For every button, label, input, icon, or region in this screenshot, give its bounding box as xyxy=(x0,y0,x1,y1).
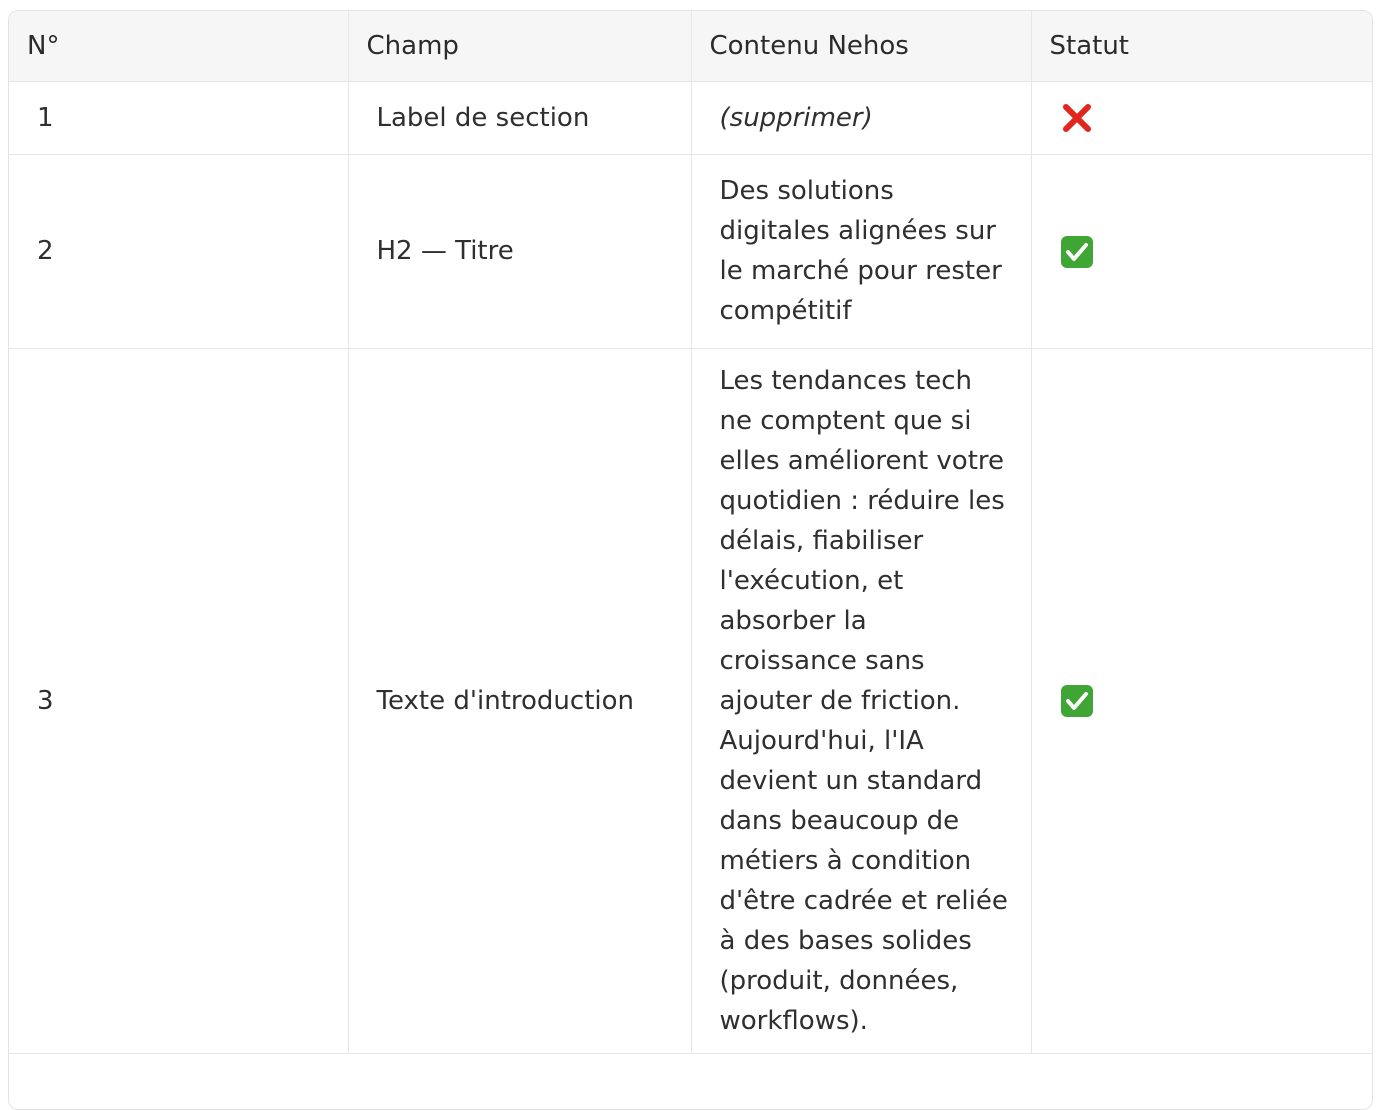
table-row: 1 Label de section (supprimer) xyxy=(9,81,1372,155)
cell-statut xyxy=(1031,81,1372,155)
cell-num: 2 xyxy=(9,154,349,349)
header-statut: Statut xyxy=(1031,11,1372,82)
cell-statut xyxy=(1031,154,1372,349)
cell-champ: Texte d'introduction xyxy=(348,348,692,1054)
cell-num: 3 xyxy=(9,348,349,1054)
table-header-row: N° Champ Contenu Nehos Statut xyxy=(9,11,1372,82)
cell-statut xyxy=(1031,348,1372,1054)
cell-contenu: Des solutions digitales alignées sur le … xyxy=(691,154,1032,349)
check-mark-icon xyxy=(1060,235,1094,269)
content-table-container: N° Champ Contenu Nehos Statut 1 Label de… xyxy=(8,10,1373,1110)
header-contenu: Contenu Nehos xyxy=(691,11,1032,82)
cell-champ: H2 — Titre xyxy=(348,154,692,349)
header-champ: Champ xyxy=(348,11,692,82)
cell-num: 1 xyxy=(9,81,349,155)
cross-mark-icon xyxy=(1060,101,1094,135)
cell-contenu: (supprimer) xyxy=(691,81,1032,155)
check-mark-icon xyxy=(1060,684,1094,718)
table-row: 2 H2 — Titre Des solutions digitales ali… xyxy=(9,154,1372,349)
cell-champ: Label de section xyxy=(348,81,692,155)
cell-contenu: Les tendances tech ne comptent que si el… xyxy=(691,348,1032,1054)
header-num: N° xyxy=(9,11,349,82)
content-table: N° Champ Contenu Nehos Statut 1 Label de… xyxy=(9,11,1372,1054)
table-row: 3 Texte d'introduction Les tendances tec… xyxy=(9,348,1372,1054)
